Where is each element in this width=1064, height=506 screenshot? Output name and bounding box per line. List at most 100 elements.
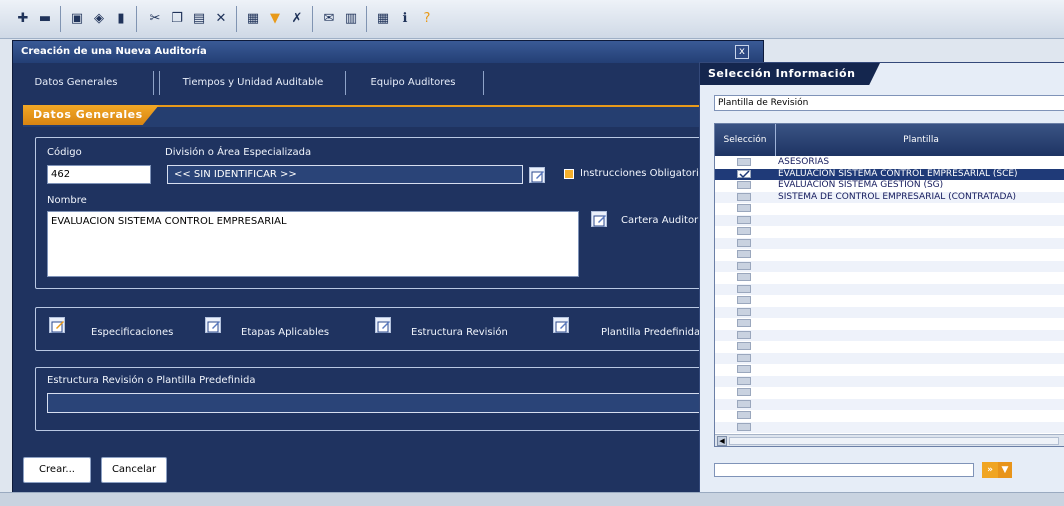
grid-row[interactable] [715,295,1064,306]
grid-row[interactable]: ASESORIAS [715,157,1064,168]
crear-button[interactable]: Crear... [23,457,91,483]
scrollbar-thumb[interactable] [729,437,1059,445]
scroll-left-icon[interactable]: ◀ [717,436,727,446]
grid-row[interactable] [715,249,1064,260]
grid-row[interactable] [715,203,1064,214]
apply-filter-button[interactable]: » [982,462,998,478]
division-lookup-button[interactable] [529,167,545,183]
refresh-icon[interactable]: ▦ [244,9,262,27]
grid-row[interactable] [715,375,1064,387]
division-field[interactable]: << SIN IDENTIFICAR >> [167,165,523,184]
mail-icon[interactable]: ✉ [320,9,338,27]
filter-button[interactable]: ▼ [998,462,1012,478]
etapas-aplicables-button[interactable]: Etapas Aplicables [241,327,329,338]
help-icon[interactable]: ? [418,9,436,27]
etapas-icon-button[interactable] [205,317,221,333]
row-checkbox[interactable] [737,307,751,316]
row-checkbox[interactable] [737,388,751,396]
grid-row[interactable]: EVALUACION SISTEMA GESTION (SG) [715,180,1064,191]
filter-input[interactable] [714,463,974,477]
grid-row[interactable] [715,283,1064,295]
column-header-plantilla[interactable]: Plantilla [776,124,1064,156]
close-button[interactable]: x [735,45,749,59]
row-checkbox[interactable] [737,158,751,166]
pencil-edit-icon [207,321,220,333]
delete-icon[interactable]: ✕ [212,9,230,27]
estructura-revision-button[interactable]: Estructura Revisión [411,327,508,338]
grid-row[interactable] [715,341,1064,352]
documents-icon[interactable]: ▥ [342,9,360,27]
clear-filter-icon[interactable]: ✗ [288,9,306,27]
row-checkbox[interactable] [737,319,751,327]
cut-icon[interactable]: ✂ [146,9,164,27]
horizontal-scrollbar[interactable]: ◀ [715,434,1064,446]
grid-row[interactable] [715,237,1064,249]
grid-row[interactable] [715,306,1064,318]
especificaciones-icon-button[interactable] [49,317,65,333]
row-checkbox[interactable] [737,296,751,304]
nombre-textarea[interactable]: EVALUACION SISTEMA CONTROL EMPRESARIAL [47,211,579,277]
plantilla-type-select[interactable]: Plantilla de Revisión [714,95,1064,111]
estructura-icon-button[interactable] [375,317,391,333]
codigo-label: Código [47,147,82,158]
row-checkbox[interactable] [737,330,751,339]
row-checkbox[interactable] [737,238,751,247]
new-document-icon[interactable]: ✚ [14,9,32,27]
grid-row[interactable] [715,272,1064,283]
row-checkbox[interactable] [737,353,751,362]
row-checkbox[interactable] [737,204,751,212]
tab-equipo-auditores[interactable]: Equipo Auditores [351,71,475,95]
row-checkbox[interactable] [737,273,751,281]
grid-row[interactable] [715,410,1064,421]
filter-icon[interactable]: ▼ [266,9,284,27]
row-checkbox[interactable] [737,411,751,419]
cartera-lookup-button[interactable] [591,211,607,227]
row-checkbox[interactable] [737,192,751,201]
open-folder-icon[interactable]: ▬ [36,9,54,27]
grid-row[interactable] [715,398,1064,410]
plantilla-predefinida-button[interactable]: Plantilla Predefinida [601,327,700,338]
copy-icon[interactable]: ❐ [168,9,186,27]
grid-row[interactable] [715,329,1064,341]
tab-datos-generales[interactable]: Datos Generales [21,71,131,95]
print-icon[interactable]: ▣ [68,9,86,27]
row-checkbox[interactable] [737,342,751,350]
grid-row[interactable] [715,318,1064,329]
row-checkbox[interactable] [737,422,751,431]
grid-row[interactable] [715,226,1064,237]
row-checkbox[interactable] [737,365,751,373]
row-checkbox[interactable] [737,169,751,178]
grid-row[interactable]: SISTEMA DE CONTROL EMPRESARIAL (CONTRATA… [715,191,1064,203]
row-checkbox[interactable] [737,376,751,385]
instrucciones-checkbox[interactable] [564,169,574,179]
grid-row[interactable] [715,260,1064,272]
estructura-plantilla-label: Estructura Revisión o Plantilla Predefin… [47,375,256,386]
row-checkbox[interactable] [737,261,751,270]
grid-row[interactable] [715,364,1064,375]
row-checkbox[interactable] [737,250,751,258]
row-checkbox[interactable] [737,284,751,293]
column-header-seleccion[interactable]: Selección [715,124,775,156]
plantilla-icon-button[interactable] [553,317,569,333]
toolbar-separator [136,6,137,32]
estructura-plantilla-field[interactable] [47,393,737,413]
main-toolbar: ✚ ▬ ▣ ◈ ▮ ✂ ❐ ▤ ✕ ▦ ▼ ✗ ✉ ▥ ▦ ℹ ? [0,0,1064,39]
especificaciones-button[interactable]: Especificaciones [91,327,173,338]
codigo-input[interactable]: 462 [47,165,151,184]
row-checkbox[interactable] [737,181,751,189]
tab-tiempos-unidad[interactable]: Tiempos y Unidad Auditable [163,71,343,95]
row-checkbox[interactable] [737,399,751,408]
cancelar-button[interactable]: Cancelar [101,457,167,483]
edit-icon[interactable]: ◈ [90,9,108,27]
info-icon[interactable]: ℹ [396,9,414,27]
paste-icon[interactable]: ▤ [190,9,208,27]
row-checkbox[interactable] [737,227,751,235]
grid-row[interactable] [715,214,1064,226]
bookmark-icon[interactable]: ▮ [112,9,130,27]
grid-row[interactable] [715,421,1064,433]
grid-row[interactable]: EVALUACION SISTEMA CONTROL EMPRESARIAL (… [715,168,1064,180]
grid-view-icon[interactable]: ▦ [374,9,392,27]
grid-row[interactable] [715,387,1064,398]
grid-row[interactable] [715,352,1064,364]
row-checkbox[interactable] [737,215,751,224]
